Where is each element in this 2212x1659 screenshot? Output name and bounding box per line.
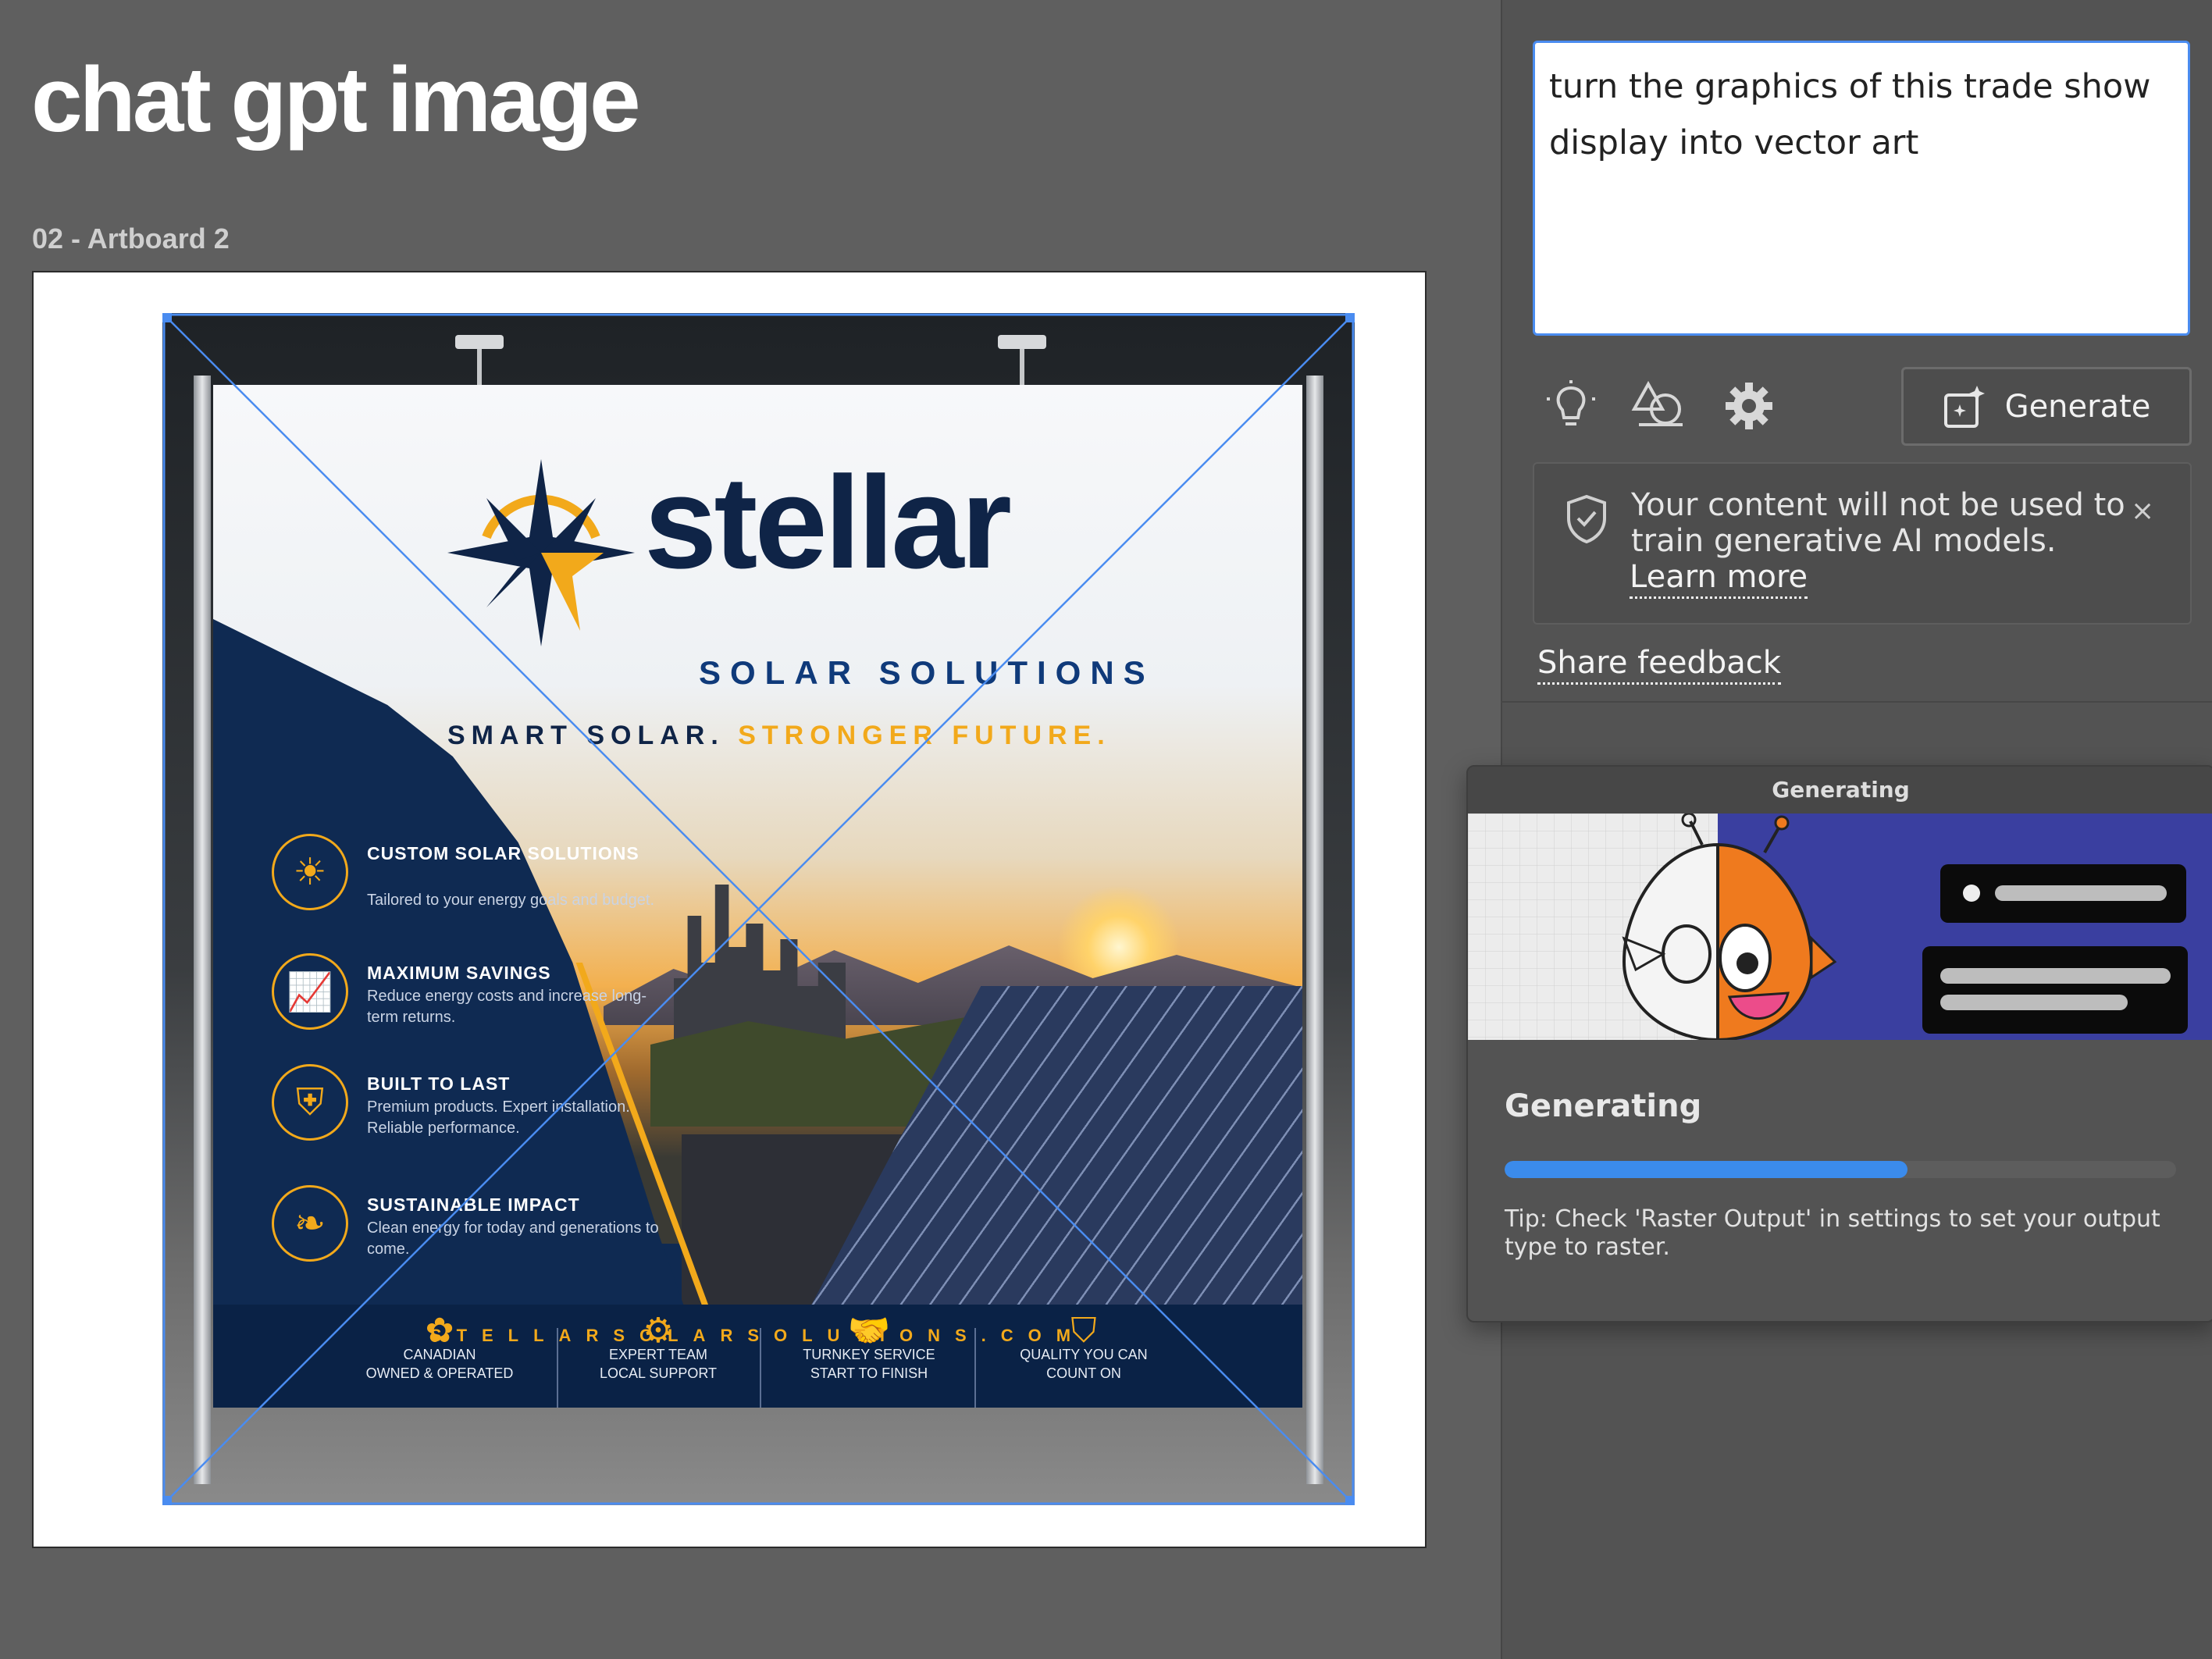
panel-divider	[1501, 701, 2212, 703]
generating-dialog: Generating Generating Tip: Check 'Raster	[1466, 765, 2212, 1323]
shape-style-icon[interactable]	[1628, 375, 1690, 437]
progress-bar-fill	[1505, 1161, 1907, 1178]
generating-tip: Tip: Check 'Raster Output' in settings t…	[1505, 1205, 2160, 1261]
prompt-input[interactable]: turn the graphics of this trade show dis…	[1533, 41, 2190, 336]
generating-title: Generating	[1505, 1088, 1702, 1124]
image-selection-frame[interactable]	[162, 313, 1355, 1505]
shield-check-icon	[1567, 494, 1606, 543]
generate-label: Generate	[2004, 388, 2151, 425]
selection-handle[interactable]	[1345, 1496, 1355, 1505]
close-icon[interactable]: ×	[2131, 495, 2154, 527]
generate-button[interactable]: Generate	[1901, 367, 2192, 446]
generating-illustration	[1468, 813, 2212, 1040]
learn-more-link[interactable]: Learn more	[1630, 559, 1808, 599]
selection-handle[interactable]	[162, 313, 172, 322]
progress-bar	[1505, 1161, 2176, 1178]
selection-handle[interactable]	[1345, 313, 1355, 322]
generate-sparkle-icon	[1943, 385, 1985, 428]
selection-handle[interactable]	[162, 1496, 172, 1505]
document-title: chat gpt image	[31, 48, 641, 151]
gear-icon[interactable]	[1718, 375, 1780, 437]
notice-text: Your content will not be used to train g…	[1631, 487, 2125, 559]
lightbulb-icon[interactable]	[1540, 375, 1602, 437]
training-notice: Your content will not be used to train g…	[1533, 462, 2192, 625]
artboard-label[interactable]: 02 - Artboard 2	[32, 223, 230, 255]
dialog-header: Generating	[1468, 767, 2212, 813]
share-feedback-link[interactable]: Share feedback	[1537, 645, 1781, 685]
